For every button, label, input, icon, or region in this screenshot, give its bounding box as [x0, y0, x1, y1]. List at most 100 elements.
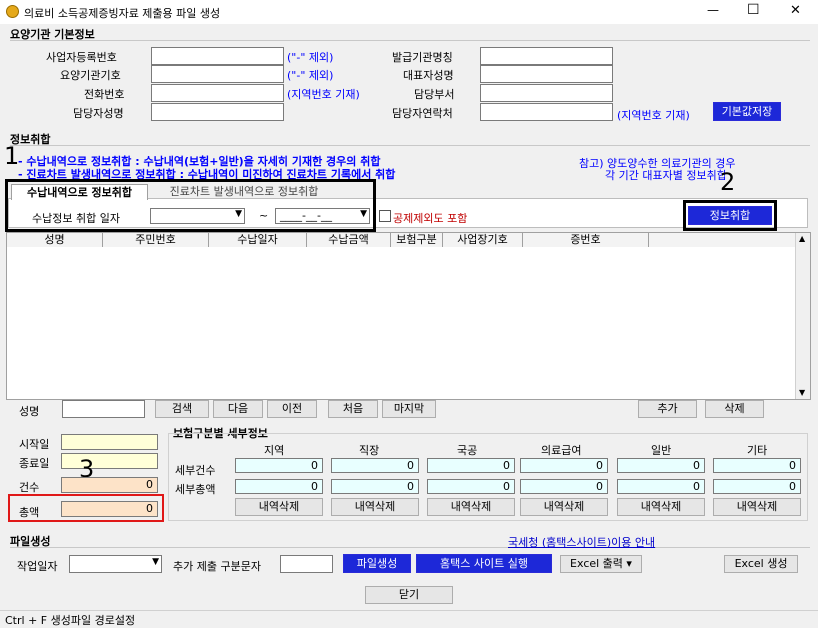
issuer-label: 발급기관명칭: [392, 51, 453, 64]
detail-amount-3[interactable]: 0: [427, 479, 515, 494]
rep-input[interactable]: [480, 65, 613, 83]
col-cert[interactable]: 증번호: [523, 233, 649, 247]
extra-input[interactable]: [280, 555, 333, 573]
contact-label: 담당자연락처: [392, 107, 453, 120]
phone-note: (지역번호 기재): [287, 88, 360, 101]
detail-count-1[interactable]: 0: [235, 458, 323, 473]
col-date[interactable]: 수납일자: [209, 233, 307, 247]
file-section-line: [10, 547, 810, 548]
last-button[interactable]: 마지막: [382, 400, 436, 418]
detail-count-2[interactable]: 0: [331, 458, 419, 473]
date-from-input[interactable]: ▼: [150, 208, 245, 224]
next-button[interactable]: 다음: [213, 400, 263, 418]
detail-count-5[interactable]: 0: [617, 458, 705, 473]
detail-count-3[interactable]: 0: [427, 458, 515, 473]
save-default-button[interactable]: 기본값저장: [713, 102, 781, 121]
detail-count-6[interactable]: 0: [713, 458, 801, 473]
scroll-up-icon[interactable]: ▲: [799, 234, 805, 243]
collect-section-line: [10, 145, 810, 146]
date-from-dropdown-icon[interactable]: ▼: [235, 209, 242, 219]
add-button[interactable]: 추가: [638, 400, 697, 418]
end-label: 종료일: [19, 457, 50, 470]
detail-amount-1[interactable]: 0: [235, 479, 323, 494]
detail-count-4[interactable]: 0: [520, 458, 608, 473]
close-button[interactable]: ✕: [790, 3, 801, 18]
detail-delete-2[interactable]: 내역삭제: [331, 498, 419, 516]
detail-delete-3[interactable]: 내역삭제: [427, 498, 515, 516]
status-text: Ctrl + F 생성파일 경로설정: [5, 614, 136, 627]
delete-button[interactable]: 삭제: [705, 400, 764, 418]
work-date-dropdown-icon[interactable]: ▼: [152, 557, 159, 567]
col-name[interactable]: 성명: [7, 233, 103, 247]
col-ins-type[interactable]: 보험구분: [391, 233, 443, 247]
biz-reg-label: 사업자등록번호: [46, 51, 117, 64]
work-date-label: 작업일자: [17, 560, 58, 573]
detail-delete-6[interactable]: 내역삭제: [713, 498, 801, 516]
date-to-dropdown-icon[interactable]: ▼: [360, 209, 367, 219]
mark-1: 1: [4, 142, 20, 170]
inst-code-input[interactable]: [151, 65, 284, 83]
col-workplace[interactable]: 사업장기호: [443, 233, 523, 247]
first-button[interactable]: 처음: [328, 400, 378, 418]
count-label: 건수: [19, 481, 40, 494]
hometax-link[interactable]: 국세청 (홈택스사이트)이용 안내: [508, 534, 655, 550]
detail-col-3: 국공: [457, 444, 478, 457]
detail-col-2: 직장: [359, 444, 380, 457]
detail-delete-1[interactable]: 내역삭제: [235, 498, 323, 516]
date-to-input[interactable]: ____-__-__ ▼: [275, 208, 370, 224]
rep-label: 대표자성명: [403, 69, 454, 82]
maximize-button[interactable]: ☐: [747, 2, 760, 18]
highlight-box-3: [8, 494, 164, 522]
excel-output-button[interactable]: Excel 출력 ▾: [560, 555, 642, 573]
inst-code-label: 요양기관기호: [60, 69, 121, 82]
contact-input[interactable]: [480, 103, 613, 121]
status-bar: Ctrl + F 생성파일 경로설정: [0, 610, 818, 627]
col-id[interactable]: 주민번호: [103, 233, 209, 247]
date-to-value: ____-__-__: [280, 209, 332, 222]
detail-delete-4[interactable]: 내역삭제: [520, 498, 608, 516]
biz-reg-input[interactable]: [151, 47, 284, 65]
dept-input[interactable]: [480, 84, 613, 102]
search-button[interactable]: 검색: [155, 400, 209, 418]
phone-input[interactable]: [151, 84, 284, 102]
date-tilde: ~: [259, 209, 269, 222]
highlight-box-2: [683, 200, 777, 231]
grid-scrollbar[interactable]: ▲ ▼: [795, 233, 810, 399]
detail-amount-5[interactable]: 0: [617, 479, 705, 494]
detail-delete-5[interactable]: 내역삭제: [617, 498, 705, 516]
end-input[interactable]: [61, 453, 158, 469]
issuer-input[interactable]: [480, 47, 613, 65]
prev-button[interactable]: 이전: [267, 400, 317, 418]
excel-create-button[interactable]: Excel 생성: [724, 555, 798, 573]
grid-header: 성명 주민번호 수납일자 수납금액 보험구분 사업장기호 증번호: [7, 233, 795, 247]
manager-label: 담당자성명: [73, 107, 124, 120]
include-checkbox[interactable]: [379, 210, 391, 222]
title-bar: 의료비 소득공제증빙자료 제출용 파일 생성 — ☐ ✕: [0, 0, 818, 24]
dept-label: 담당부서: [414, 88, 455, 101]
detail-col-4: 의료급여: [541, 444, 582, 457]
detail-amount-4[interactable]: 0: [520, 479, 608, 494]
scroll-down-icon[interactable]: ▼: [799, 388, 805, 397]
create-file-button[interactable]: 파일생성: [343, 554, 411, 573]
hometax-button[interactable]: 홈택스 사이트 실행: [416, 554, 552, 573]
work-date-input[interactable]: ▼: [69, 555, 162, 573]
data-grid[interactable]: 성명 주민번호 수납일자 수납금액 보험구분 사업장기호 증번호 ▲ ▼: [6, 232, 811, 400]
close-dialog-button[interactable]: 닫기: [365, 586, 453, 604]
minimize-button[interactable]: —: [707, 3, 719, 17]
mark-2: 2: [720, 168, 736, 196]
detail-col-1: 지역: [264, 444, 285, 457]
detail-amount-2[interactable]: 0: [331, 479, 419, 494]
search-name-input[interactable]: [62, 400, 145, 418]
col-amount[interactable]: 수납금액: [307, 233, 391, 247]
detail-count-label: 세부건수: [175, 464, 216, 477]
detail-col-5: 일반: [651, 444, 672, 457]
start-input[interactable]: [61, 434, 158, 450]
collect-note-2: 각 기간 대표자별 정보취합: [605, 169, 727, 182]
manager-input[interactable]: [151, 103, 284, 121]
biz-reg-note: ("-" 제외): [287, 51, 334, 64]
detail-amount-label: 세부총액: [175, 483, 216, 496]
detail-amount-6[interactable]: 0: [713, 479, 801, 494]
count-value: 0: [61, 477, 158, 493]
detail-col-6: 기타: [747, 444, 768, 457]
contact-note: (지역번호 기재): [617, 109, 690, 122]
